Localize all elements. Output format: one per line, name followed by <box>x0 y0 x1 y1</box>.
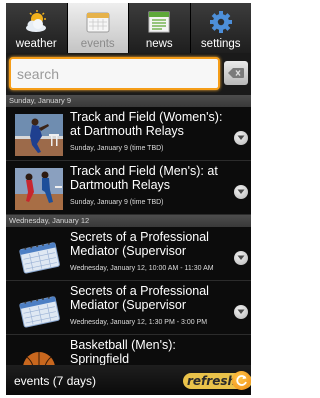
expand-button[interactable] <box>234 131 248 145</box>
refresh-button[interactable]: refresh <box>183 370 251 392</box>
date-header: Wednesday, January 12 <box>6 215 251 227</box>
calendar-book-icon <box>15 288 63 330</box>
calendar-icon <box>85 9 111 35</box>
tab-settings[interactable]: settings <box>190 3 251 53</box>
chevron-down-icon <box>237 309 245 314</box>
event-title: Basketball (Men's): Springfield <box>70 338 176 365</box>
tab-settings-label: settings <box>200 38 241 50</box>
expand-button[interactable] <box>234 251 248 265</box>
expand-button[interactable] <box>234 185 248 199</box>
event-time: Wednesday, January 12, 1:30 PM - 3:00 PM <box>70 319 208 326</box>
gear-icon <box>208 9 234 35</box>
event-title: Track and Field (Women's): at Dartmouth … <box>70 110 223 138</box>
clear-search-button[interactable] <box>224 61 248 85</box>
app-screen: weather events news settings search Sund… <box>6 3 251 395</box>
list-item[interactable]: Track and Field (Men's): at Dartmouth Re… <box>6 161 251 215</box>
event-time: Sunday, January 9 (time TBD) <box>70 199 164 206</box>
basketball-icon <box>15 342 63 365</box>
expand-button[interactable] <box>234 305 248 319</box>
search-bar: search <box>6 53 251 95</box>
calendar-book-icon <box>15 234 63 276</box>
tab-weather[interactable]: weather <box>6 3 68 53</box>
tab-news-label: news <box>145 38 173 50</box>
chevron-down-icon <box>237 135 245 140</box>
event-title: Track and Field (Men's): at Dartmouth Re… <box>70 164 218 192</box>
chevron-down-icon <box>237 189 245 194</box>
event-title: Secrets of a Professional Mediator (Supe… <box>70 284 209 312</box>
event-list: Sunday, January 9 Track and Field (Women… <box>6 95 251 365</box>
tab-news[interactable]: news <box>129 3 191 53</box>
event-time: Sunday, January 9 (time TBD) <box>70 145 164 152</box>
list-item[interactable]: Secrets of a Professional Mediator (Supe… <box>6 281 251 335</box>
track-photo <box>15 114 63 156</box>
tab-weather-label: weather <box>15 38 57 50</box>
tab-events[interactable]: events <box>67 3 129 53</box>
refresh-icon <box>232 371 251 390</box>
list-item[interactable]: Secrets of a Professional Mediator (Supe… <box>6 227 251 281</box>
footer-status: events (7 days) <box>14 374 97 388</box>
event-time: Wednesday, January 12, 10:00 AM - 11:30 … <box>70 265 214 272</box>
event-title: Secrets of a Professional Mediator (Supe… <box>70 230 209 258</box>
news-icon <box>146 9 172 35</box>
backspace-icon <box>228 68 244 78</box>
list-item[interactable]: Track and Field (Women's): at Dartmouth … <box>6 107 251 161</box>
list-item[interactable]: Basketball (Men's): Springfield <box>6 335 251 365</box>
date-header: Sunday, January 9 <box>6 95 251 107</box>
footer-bar: events (7 days) refresh <box>6 365 251 395</box>
track-photo <box>15 168 63 210</box>
search-placeholder: search <box>17 66 60 82</box>
chevron-down-icon <box>237 255 245 260</box>
search-input[interactable]: search <box>9 57 220 90</box>
weather-icon <box>23 9 49 35</box>
tab-events-label: events <box>80 38 115 50</box>
tab-bar: weather events news settings <box>6 3 251 53</box>
